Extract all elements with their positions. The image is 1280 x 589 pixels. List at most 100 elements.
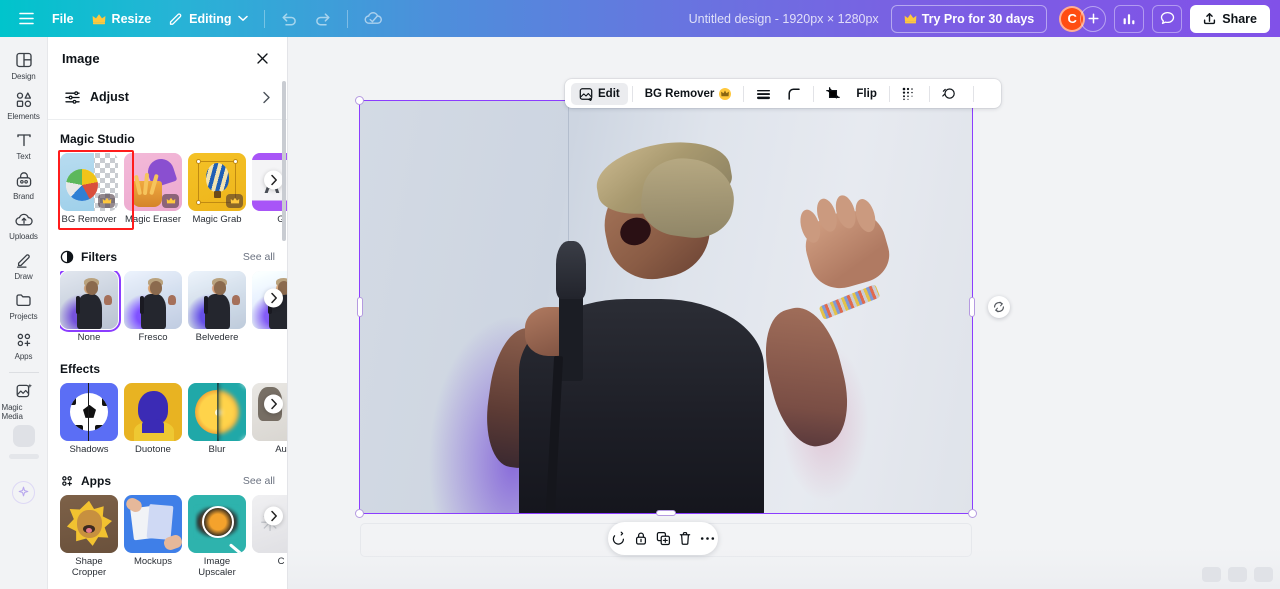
rotate-icon (611, 531, 626, 546)
filter-item-fresco[interactable]: Fresco (124, 270, 182, 344)
rotate-button[interactable] (608, 527, 628, 550)
animate-button[interactable] (934, 83, 969, 105)
add-collaborator-button[interactable] (1080, 5, 1107, 32)
flip-label: Flip (856, 87, 877, 100)
undo-icon (281, 12, 297, 26)
canvas-element-wrapper[interactable] (355, 80, 1010, 518)
sidebar-item-label: Design (11, 72, 36, 81)
app-item-image-upscaler[interactable]: Image Upscaler (188, 494, 246, 579)
fullscreen-chip[interactable] (1254, 567, 1273, 582)
bg-remover-label: BG Remover (644, 87, 715, 100)
resize-label: Resize (111, 11, 152, 26)
delete-button[interactable] (675, 527, 695, 550)
magic-studio-item-magic-eraser[interactable]: Magic Eraser (124, 153, 182, 226)
corner-radius-icon (787, 87, 801, 101)
upload-icon (1203, 12, 1216, 25)
lock-button[interactable] (630, 527, 650, 550)
element-floating-toolbar: Edit BG Remover Flip (565, 79, 1001, 108)
section-title-label: Apps (81, 473, 111, 488)
cloud-save-status-button[interactable] (355, 6, 392, 32)
sidebar-item-design[interactable]: Design (2, 45, 46, 85)
editing-mode-button[interactable]: Editing (160, 6, 256, 32)
share-button[interactable]: Share (1190, 4, 1270, 33)
resize-button[interactable]: Resize (83, 6, 161, 32)
app-item-shape-cropper[interactable]: Shape Cropper (60, 494, 118, 579)
sidebar-item-brand[interactable]: Brand (2, 165, 46, 205)
effect-item-blur[interactable]: Blur (188, 382, 246, 456)
rail-placeholder-tile (12, 425, 35, 447)
thumbnail-app-image-upscaler (188, 494, 246, 553)
apps-next-arrow[interactable] (264, 506, 283, 526)
effect-item-shadows[interactable]: Shadows (60, 382, 118, 456)
filters-next-arrow[interactable] (264, 288, 283, 308)
comments-button[interactable] (1152, 4, 1183, 33)
undo-button[interactable] (272, 6, 306, 32)
magic-star-button[interactable] (12, 481, 35, 504)
sidebar-item-draw[interactable]: Draw (2, 245, 46, 285)
adjust-row[interactable]: Adjust (58, 79, 277, 115)
crop-button[interactable] (818, 83, 848, 105)
resize-handle-top-left[interactable] (355, 96, 364, 105)
notes-chip[interactable] (1202, 567, 1221, 582)
effects-next-arrow[interactable] (264, 394, 283, 414)
section-title-apps: Apps (60, 474, 111, 488)
thumbnail-label: Mockups (133, 555, 172, 567)
close-panel-button[interactable] (251, 47, 273, 69)
filters-see-all-link[interactable]: See all (243, 251, 275, 263)
rotate-handle[interactable] (988, 296, 1010, 318)
filters-thumb-row[interactable]: None Fresco Belvedere (60, 270, 287, 344)
resize-handle-bottom-right[interactable] (968, 509, 977, 518)
timer-chip[interactable] (1228, 567, 1247, 582)
magic-studio-item-magic-grab[interactable]: Magic Grab (188, 153, 246, 226)
filter-item-partial[interactable] (252, 270, 287, 344)
resize-handle-left[interactable] (357, 297, 363, 317)
section-effects: Effects Shadows Duotone Blur Au (48, 344, 287, 456)
sidebar-item-magic-media[interactable]: Magic Media (2, 376, 46, 425)
resize-handle-bottom-left[interactable] (355, 509, 364, 518)
thumbnail-label: BG Remover (61, 214, 117, 225)
apps-thumb-row[interactable]: Shape Cropper Mockups Image Upscaler C (60, 494, 287, 579)
magic-studio-next-arrow[interactable] (264, 170, 283, 190)
thumbnail-app-mockups (124, 494, 182, 553)
resize-handle-right[interactable] (969, 297, 975, 317)
canvas-image[interactable] (360, 101, 972, 513)
insights-button[interactable] (1114, 4, 1145, 33)
position-button[interactable] (978, 83, 994, 105)
panel-scrollbar[interactable] (282, 81, 286, 241)
pro-crown-badge (226, 194, 243, 208)
app-item-mockups[interactable]: Mockups (124, 494, 182, 579)
magic-studio-thumb-row[interactable]: BG Remover Magic Eraser Magic Grab G (60, 153, 287, 226)
resize-handle-bottom[interactable] (656, 510, 676, 516)
sidebar-item-uploads[interactable]: Uploads (2, 205, 46, 245)
line-weight-button[interactable] (748, 83, 779, 105)
filter-item-belvedere[interactable]: Belvedere (188, 270, 246, 344)
sidebar-item-elements[interactable]: Elements (2, 85, 46, 125)
duplicate-button[interactable] (653, 527, 673, 550)
corner-radius-button[interactable] (779, 83, 809, 105)
thumbnail-effect-blur (188, 382, 246, 441)
filter-item-none[interactable]: None (60, 270, 121, 344)
sidebar-item-apps[interactable]: Apps (2, 325, 46, 365)
design-title[interactable]: Untitled design - 1920px × 1280px (689, 12, 879, 26)
section-title-magic-studio: Magic Studio (60, 132, 135, 146)
try-pro-button[interactable]: Try Pro for 30 days (890, 4, 1048, 33)
edit-image-button[interactable]: Edit (571, 82, 628, 105)
transparency-button[interactable] (894, 83, 925, 105)
effect-item-partial[interactable]: Au (252, 382, 287, 456)
more-options-button[interactable] (698, 527, 718, 550)
magic-studio-item-bg-remover[interactable]: BG Remover (60, 153, 118, 226)
file-menu-button[interactable]: File (43, 6, 83, 32)
crown-icon (92, 13, 106, 25)
sidebar-item-text[interactable]: Text (2, 125, 46, 165)
flip-button[interactable]: Flip (848, 83, 884, 105)
thumbnail-label: Shadows (69, 443, 109, 455)
effect-item-duotone[interactable]: Duotone (124, 382, 182, 456)
apps-see-all-link[interactable]: See all (243, 475, 275, 487)
chevron-right-icon (262, 91, 271, 104)
effects-thumb-row[interactable]: Shadows Duotone Blur Au (60, 382, 287, 456)
main-menu-button[interactable] (10, 6, 43, 32)
bg-remover-button[interactable]: BG Remover (637, 83, 740, 105)
edit-image-icon (579, 87, 593, 101)
sidebar-item-projects[interactable]: Projects (2, 285, 46, 325)
redo-button[interactable] (306, 6, 340, 32)
